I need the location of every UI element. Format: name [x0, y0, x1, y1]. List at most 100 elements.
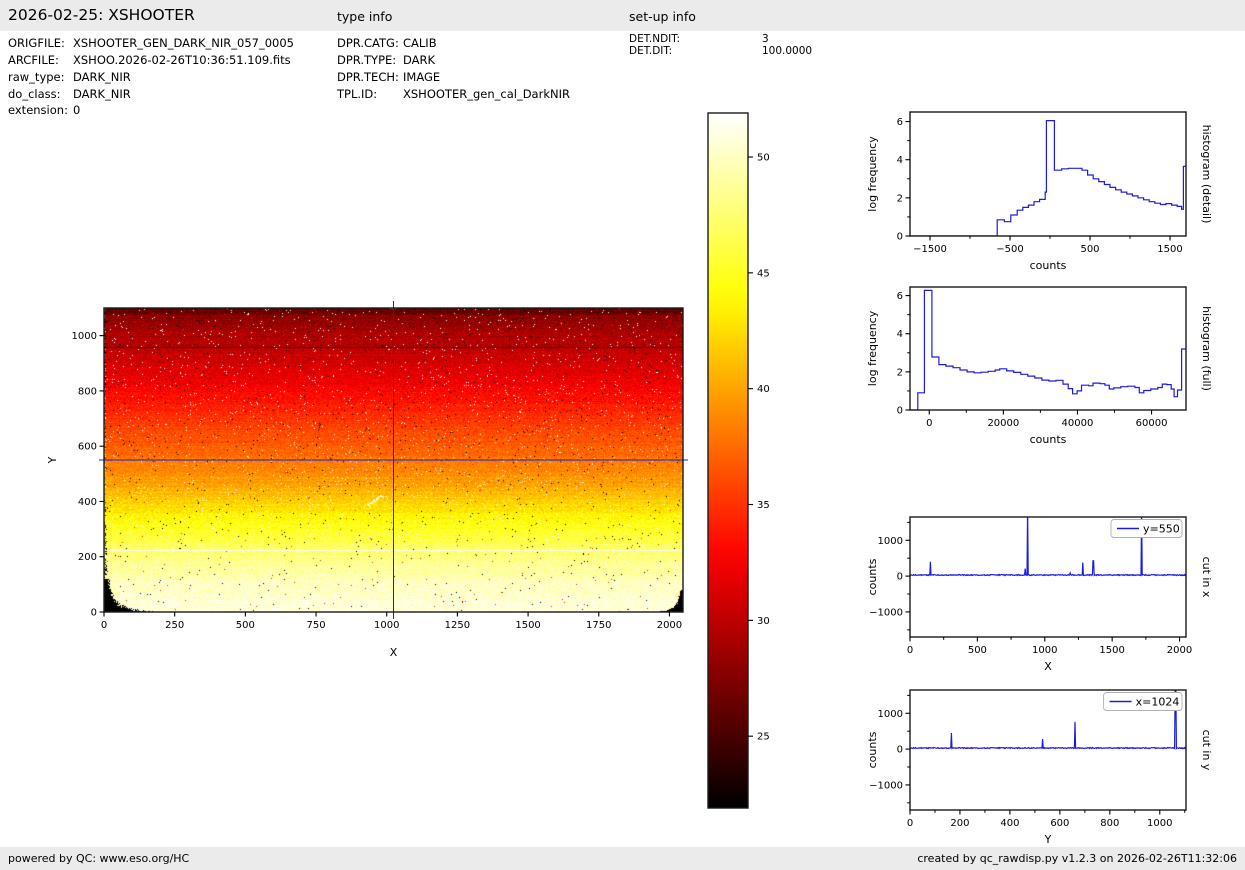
svg-text:cut in y: cut in y — [1200, 730, 1213, 771]
svg-text:600: 600 — [78, 442, 97, 453]
svg-text:counts: counts — [866, 731, 879, 768]
svg-text:200: 200 — [78, 552, 97, 563]
svg-text:1500: 1500 — [1157, 244, 1182, 255]
svg-text:0: 0 — [91, 608, 97, 619]
colorbar: 25 30 35 40 45 50 — [700, 105, 792, 820]
svg-text:counts: counts — [1030, 259, 1067, 272]
metadata-value: 100.0000 — [762, 45, 812, 57]
svg-text:histogram (full): histogram (full) — [1200, 306, 1213, 391]
svg-text:500: 500 — [236, 620, 255, 631]
main-image-plot: 0250500750100012501500175020000200400600… — [40, 295, 720, 670]
metadata-label: DET.DIT: — [629, 45, 672, 57]
footer-bar: powered by QC: www.eso.org/HC created by… — [0, 847, 1245, 870]
svg-text:Y: Y — [1044, 833, 1052, 846]
svg-text:400: 400 — [1000, 818, 1019, 829]
svg-text:0: 0 — [907, 818, 913, 829]
svg-text:50: 50 — [757, 153, 770, 164]
svg-text:1000: 1000 — [1147, 818, 1172, 829]
metadata-value: XSHOO.2026-02-26T10:36:51.109.fits — [73, 53, 291, 67]
metadata-label: TPL.ID: — [337, 87, 377, 101]
svg-text:log frequency: log frequency — [866, 310, 879, 386]
setup-info-heading: set-up info — [629, 9, 696, 24]
svg-text:1250: 1250 — [445, 620, 470, 631]
cut-in-y-plot: 0 200 400 600 800 1000 −1000 0 1000 Ycounts cut in… — [855, 678, 1245, 848]
metadata-label: extension: — [8, 103, 68, 117]
header-bar: 2026-02-25: XSHOOTER type info set-up in… — [0, 0, 1245, 31]
svg-text:800: 800 — [78, 386, 97, 397]
svg-text:1500: 1500 — [1099, 645, 1124, 656]
svg-text:40000: 40000 — [1062, 418, 1094, 429]
svg-text:counts: counts — [866, 558, 879, 595]
svg-text:0: 0 — [926, 418, 932, 429]
svg-text:Y: Y — [46, 456, 59, 464]
svg-text:y=550: y=550 — [1143, 522, 1180, 535]
svg-text:0: 0 — [897, 572, 903, 583]
svg-text:2000: 2000 — [1167, 645, 1192, 656]
svg-text:35: 35 — [757, 500, 770, 511]
svg-text:4: 4 — [897, 329, 903, 340]
metadata-value: XSHOOTER_GEN_DARK_NIR_057_0005 — [73, 36, 294, 50]
svg-text:750: 750 — [306, 620, 325, 631]
svg-text:cut in x: cut in x — [1200, 557, 1213, 598]
svg-text:1000: 1000 — [878, 536, 903, 547]
metadata-value: DARK_NIR — [73, 70, 131, 84]
svg-text:2: 2 — [897, 193, 903, 204]
footer-right-text: created by qc_rawdisp.py v1.2.3 on 2026-… — [917, 852, 1237, 865]
svg-text:1000: 1000 — [72, 331, 97, 342]
svg-text:600: 600 — [1050, 818, 1069, 829]
svg-text:counts: counts — [1030, 433, 1067, 446]
svg-text:4: 4 — [897, 155, 903, 166]
metadata-value: DARK — [403, 53, 435, 67]
svg-text:200: 200 — [950, 818, 969, 829]
svg-text:log frequency: log frequency — [866, 136, 879, 212]
page-title: 2026-02-25: XSHOOTER — [8, 6, 195, 24]
svg-text:800: 800 — [1100, 818, 1119, 829]
metadata-label: ORIGFILE: — [8, 36, 65, 50]
svg-text:2000: 2000 — [657, 620, 682, 631]
histogram-detail-plot: −1500 −500 500 1500 0 2 4 6 counts log frequency h… — [855, 100, 1245, 273]
svg-text:250: 250 — [165, 620, 184, 631]
svg-text:X: X — [390, 646, 398, 659]
metadata-label: raw_type: — [8, 70, 65, 84]
svg-text:0: 0 — [101, 620, 107, 631]
svg-text:−500: −500 — [996, 244, 1023, 255]
metadata-label: DPR.CATG: — [337, 36, 399, 50]
svg-text:1000: 1000 — [878, 709, 903, 720]
svg-text:45: 45 — [757, 268, 770, 279]
metadata-value: DARK_NIR — [73, 87, 131, 101]
svg-text:40: 40 — [757, 384, 770, 395]
svg-text:histogram (detail): histogram (detail) — [1200, 125, 1213, 224]
type-info-heading: type info — [337, 9, 392, 24]
svg-text:500: 500 — [1080, 244, 1099, 255]
svg-text:20000: 20000 — [987, 418, 1019, 429]
svg-text:60000: 60000 — [1136, 418, 1168, 429]
metadata-value: 0 — [73, 103, 80, 117]
footer-left-text: powered by QC: www.eso.org/HC — [8, 852, 189, 865]
qc-report-page: 2026-02-25: XSHOOTER type info set-up in… — [0, 0, 1245, 870]
svg-text:0: 0 — [897, 745, 903, 756]
histogram-full-plot: 0 20000 40000 60000 0 2 4 6 counts log frequency h… — [855, 275, 1245, 448]
metadata-label: DPR.TYPE: — [337, 53, 396, 67]
svg-text:0: 0 — [897, 232, 903, 243]
svg-text:x=1024: x=1024 — [1136, 695, 1180, 708]
metadata-label: DPR.TECH: — [337, 70, 399, 84]
svg-text:6: 6 — [897, 117, 903, 128]
svg-text:0: 0 — [907, 645, 913, 656]
svg-text:−1500: −1500 — [913, 244, 947, 255]
metadata-value: XSHOOTER_gen_cal_DarkNIR — [403, 87, 570, 101]
svg-text:0: 0 — [897, 406, 903, 417]
metadata-value: 3 — [762, 33, 769, 45]
svg-text:500: 500 — [968, 645, 987, 656]
svg-text:X: X — [1044, 660, 1052, 673]
svg-text:−1000: −1000 — [869, 780, 903, 791]
metadata-label: do_class: — [8, 87, 61, 101]
metadata-value: CALIB — [403, 36, 437, 50]
metadata-value: IMAGE — [403, 70, 440, 84]
svg-text:1500: 1500 — [515, 620, 540, 631]
svg-text:25: 25 — [757, 732, 770, 743]
svg-text:6: 6 — [897, 291, 903, 302]
svg-text:30: 30 — [757, 616, 770, 627]
cut-in-x-plot: 0500100015002000−100001000Xcountscut in … — [855, 505, 1245, 677]
metadata-label: DET.NDIT: — [629, 33, 680, 45]
svg-text:2: 2 — [897, 367, 903, 378]
